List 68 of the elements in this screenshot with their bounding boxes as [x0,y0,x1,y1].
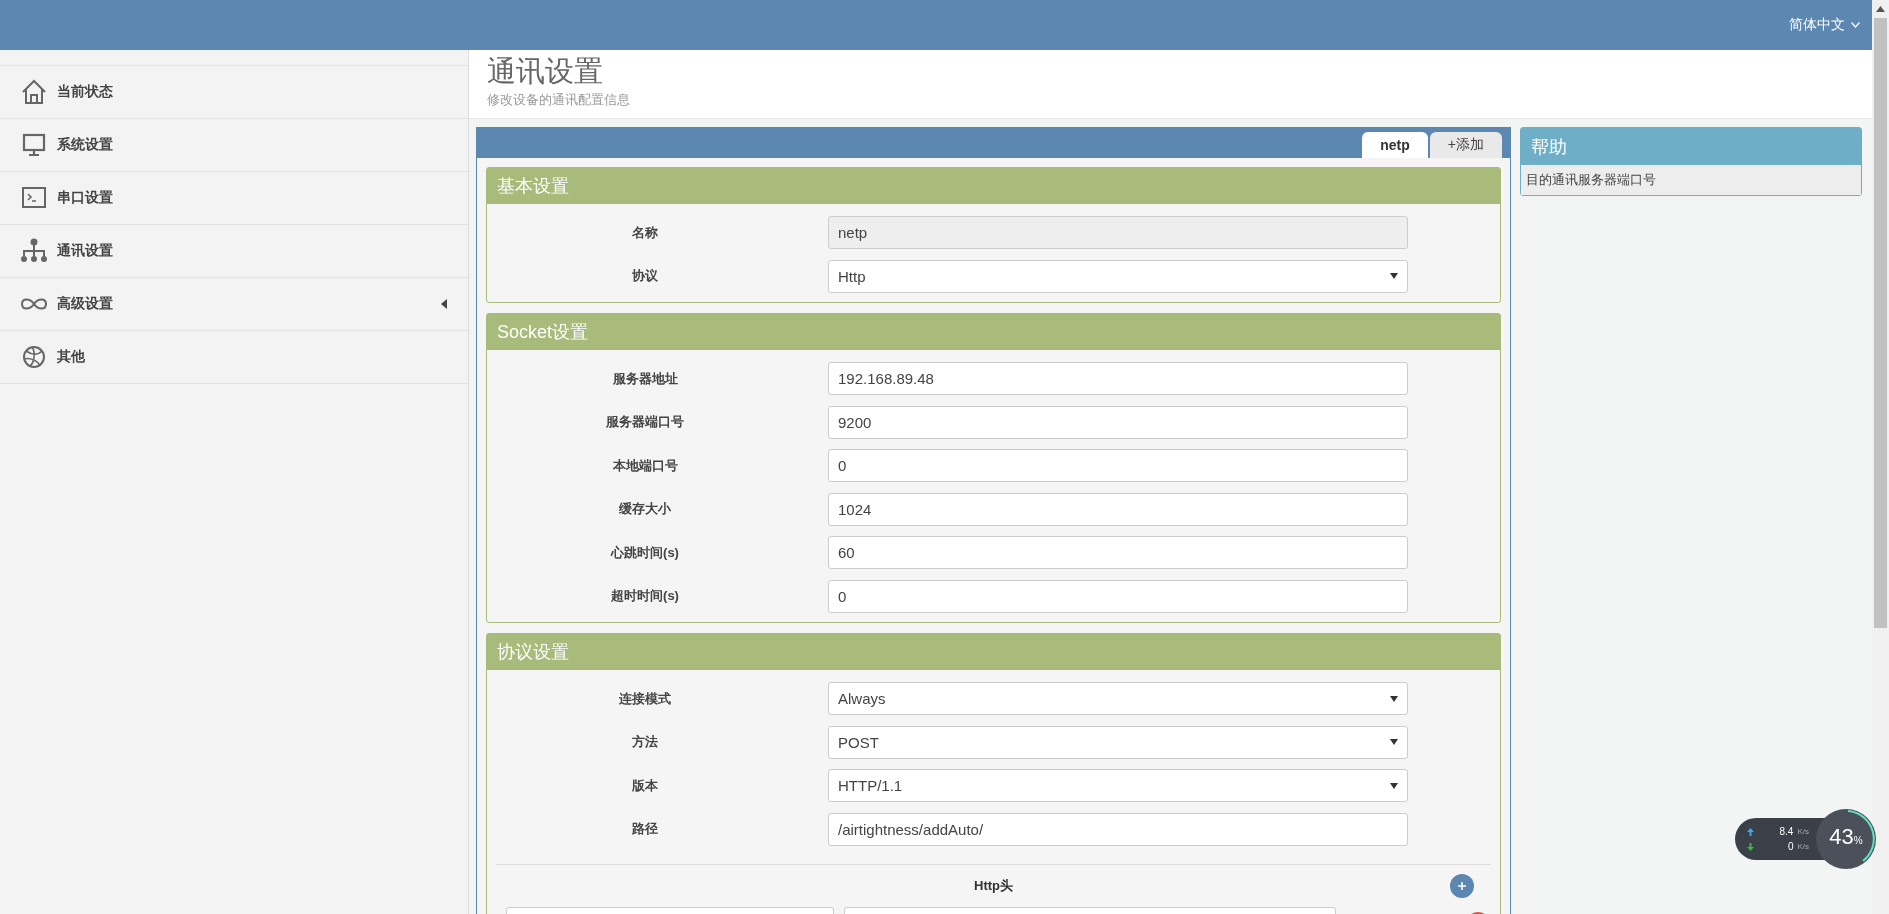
input-field[interactable]: 0 [828,449,1408,483]
sidebar-item[interactable]: 其他 [0,330,468,384]
field-label: 协议 [631,267,659,286]
sidebar-item[interactable]: 当前状态 [0,65,468,118]
field-label: 本地端口号 [611,456,679,475]
input-field[interactable]: 1024 [828,492,1408,526]
caret-icon [1390,782,1398,789]
field-label: 服务器地址 [611,369,679,388]
field-label: 路径 [631,820,659,839]
sidebar-label: 当前状态 [57,83,114,101]
sidebar-label: 系统设置 [57,136,114,154]
caret-icon [1390,273,1398,280]
select-field[interactable]: Http [828,259,1408,293]
caret-icon [1390,695,1398,702]
sidebar-label: 串口设置 [57,189,114,207]
usage-percent: 43% [1828,824,1864,850]
help-title: 帮助 [1521,128,1861,165]
down-arrow-icon [1747,842,1754,851]
ball-icon [20,343,48,371]
language-selector[interactable]: 简体中文 [1789,16,1860,34]
caret-icon [1390,739,1398,746]
page-subtitle: 修改设备的通讯配置信息 [487,91,631,109]
caret-icon [1851,22,1860,28]
upload-speed: 8.4 [1778,826,1794,837]
scroll-thumb[interactable] [1874,18,1887,628]
input-field[interactable]: 0 [828,579,1408,613]
network-icon [20,237,48,265]
usage-dial [1815,808,1877,870]
help-text: 目的通讯服务器端口号 [1521,165,1861,195]
speed-unit: K/s [1797,842,1809,851]
field-label: 超时时间(s) [610,587,680,606]
section-title: 协议设置 [487,634,1500,670]
field-label: 版本 [631,776,659,795]
plus-icon [1457,881,1467,891]
select-field[interactable]: POST [828,725,1408,759]
sidebar-item[interactable]: 串口设置 [0,171,468,224]
sidebar-item[interactable]: 通讯设置 [0,224,468,277]
input-field[interactable]: 9200 [828,405,1408,439]
download-speed: 0 [1786,841,1794,852]
select-field[interactable]: HTTP/1.1 [828,769,1408,803]
input-field[interactable]: /airtightness/addAuto/ [828,812,1408,846]
section-title: Socket设置 [487,314,1500,350]
section-subtitle: Http头 [973,877,1014,895]
tab[interactable]: netp [1362,132,1428,158]
field-label: 方法 [631,733,659,752]
scroll-up-icon[interactable] [1876,6,1885,12]
up-arrow-icon [1747,827,1754,836]
monitor-icon [20,131,48,159]
field-label: 连接模式 [618,689,672,708]
add-button[interactable] [1450,874,1474,898]
speed-unit: K/s [1797,827,1809,836]
sidebar-label: 通讯设置 [57,242,114,260]
field-label: 缓存大小 [618,500,672,519]
sidebar-label: 高级设置 [57,295,114,313]
sidebar-item[interactable]: 系统设置 [0,118,468,171]
input-field[interactable]: 192.168.89.48 [828,362,1408,396]
scrollbar[interactable] [1872,0,1889,914]
sidebar-label: 其他 [57,348,86,366]
field-label: 服务器端口号 [605,413,685,432]
section-title: 基本设置 [487,168,1500,204]
input-field[interactable]: 60 [828,536,1408,570]
select-field[interactable]: Always [828,682,1408,716]
home-icon [20,78,48,106]
field-label: 名称 [631,223,659,242]
page-title: 通讯设置 [487,54,604,89]
tab[interactable]: +添加 [1429,132,1502,158]
field-label: 心跳时间(s) [609,543,680,562]
sidebar-item[interactable]: 高级设置 [0,277,468,330]
